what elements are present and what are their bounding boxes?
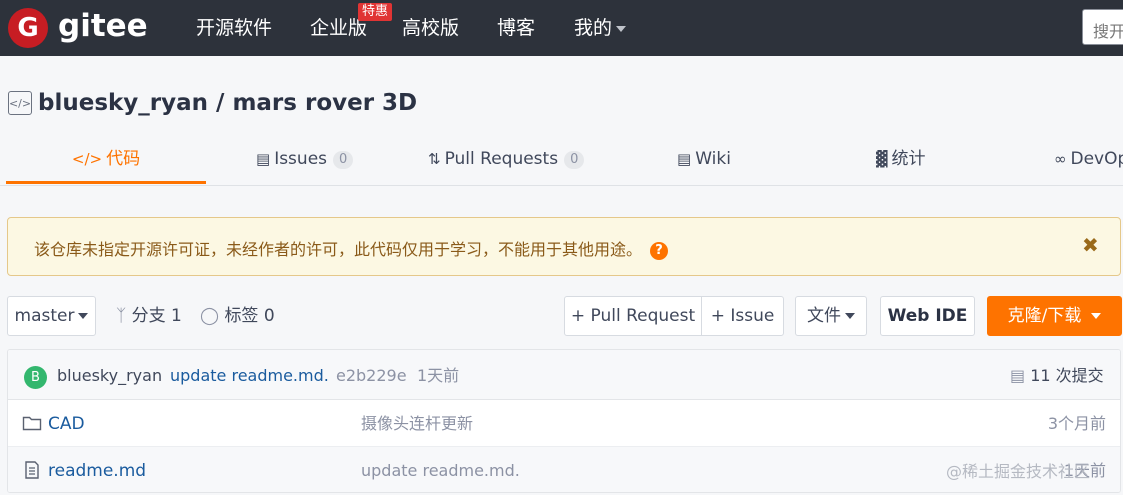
branch-select-label: master: [14, 306, 75, 326]
tab-pull-requests-label: Pull Requests: [444, 149, 559, 169]
book-icon: ▤: [677, 150, 692, 168]
tab-devops-label: DevOps: [1070, 149, 1123, 169]
clone-download-label: 克隆/下载: [1007, 306, 1082, 326]
branches-label: 分支 1: [131, 306, 182, 326]
promo-badge: 特惠: [358, 3, 393, 21]
nav-mine-label: 我的: [574, 17, 613, 39]
code-icon: </>: [8, 91, 32, 115]
license-notice: 该仓库未指定开源许可证，未经作者的许可，此代码仅用于学习，不能用于其他用途。? …: [7, 217, 1121, 276]
tab-code[interactable]: </> 代码: [6, 140, 206, 186]
help-icon[interactable]: ?: [650, 242, 669, 260]
new-pull-request-button[interactable]: + Pull Request: [564, 296, 702, 336]
new-issue-button[interactable]: + Issue: [701, 296, 784, 336]
branches-link[interactable]: ᛉ 分支 1: [116, 304, 182, 328]
file-menu-button[interactable]: 文件: [795, 296, 867, 336]
code-icon: </>: [71, 150, 103, 168]
tags-label: 标签 0: [224, 306, 275, 326]
nav-blog[interactable]: 博客: [497, 15, 535, 41]
tab-wiki-label: Wiki: [695, 149, 731, 169]
tab-issues-label: Issues: [274, 149, 328, 169]
tab-wiki[interactable]: ▤ Wiki: [677, 140, 731, 186]
pull-request-icon: ⇅: [428, 150, 441, 168]
chevron-down-icon: [1091, 313, 1102, 319]
latest-commit-row: B bluesky_ryan update readme.md. e2b229e…: [8, 350, 1120, 400]
notice-message: 该仓库未指定开源许可证，未经作者的许可，此代码仅用于学习，不能用于其他用途。: [34, 240, 643, 259]
repo-tabs: </> 代码 ▤ Issues 0 ⇅ Pull Requests 0 ▤ Wiki ▓ 统计…: [0, 140, 1123, 186]
nav-education[interactable]: 高校版: [402, 15, 459, 41]
file-menu-label: 文件: [807, 306, 841, 326]
tab-devops[interactable]: ∞DevOps: [1054, 140, 1123, 186]
table-row[interactable]: CAD 摄像头连杆更新 3个月前: [8, 400, 1120, 447]
tag-icon: ◯: [200, 306, 220, 326]
tab-stats-label: 统计: [891, 149, 926, 169]
file-name[interactable]: CAD: [48, 412, 85, 436]
nav-mine[interactable]: 我的: [574, 15, 627, 41]
gitee-logo-icon[interactable]: G: [8, 8, 48, 48]
search-input[interactable]: 搜开源: [1082, 9, 1123, 45]
commit-count-link[interactable]: ▤ 11 次提交: [1010, 364, 1104, 388]
commit-count-label: 11 次提交: [1030, 366, 1104, 385]
branch-select[interactable]: master: [7, 296, 96, 336]
folder-icon: [22, 416, 42, 431]
top-navbar: G gitee 开源软件 企业版 特惠 高校版 博客 我的 搜开源: [0, 0, 1123, 56]
tab-stats[interactable]: ▓ 统计: [876, 140, 926, 186]
chevron-down-icon: [616, 25, 627, 32]
chevron-down-icon: [845, 313, 855, 319]
commits-icon: ▤: [1010, 366, 1026, 385]
branch-icon: ᛉ: [116, 306, 127, 326]
clone-download-button[interactable]: 克隆/下载: [987, 296, 1122, 336]
repo-title: </> bluesky_ryan / mars rover 3D: [8, 88, 417, 118]
pull-requests-count-badge: 0: [564, 151, 585, 169]
file-commit-message[interactable]: 摄像头连杆更新: [361, 412, 473, 436]
file-icon: [25, 461, 39, 479]
commit-message[interactable]: update readme.md.: [170, 364, 329, 388]
issues-count-badge: 0: [333, 151, 354, 169]
gitee-logo-text[interactable]: gitee: [58, 6, 148, 46]
commit-author[interactable]: bluesky_ryan: [57, 364, 162, 388]
file-name[interactable]: readme.md: [48, 459, 146, 483]
notice-text: 该仓库未指定开源许可证，未经作者的许可，此代码仅用于学习，不能用于其他用途。?: [34, 236, 669, 260]
tags-link[interactable]: ◯ 标签 0: [200, 304, 275, 328]
repo-name[interactable]: bluesky_ryan / mars rover 3D: [38, 90, 417, 116]
commit-hash[interactable]: e2b229e: [336, 364, 407, 388]
web-ide-button[interactable]: Web IDE: [880, 296, 975, 336]
commit-time: 1天前: [417, 366, 460, 385]
tab-issues[interactable]: ▤ Issues 0: [256, 140, 354, 186]
file-time: 3个月前: [1047, 414, 1106, 433]
watermark: @稀土掘金技术社区: [946, 462, 1091, 481]
nav-open-source[interactable]: 开源软件: [196, 15, 272, 41]
avatar[interactable]: B: [24, 366, 47, 389]
infinity-icon: ∞: [1054, 150, 1067, 168]
close-icon[interactable]: ✖: [1082, 233, 1099, 257]
active-tab-indicator: [6, 181, 206, 184]
issues-icon: ▤: [256, 150, 271, 168]
tab-code-label: 代码: [106, 149, 141, 169]
file-commit-message[interactable]: update readme.md.: [361, 459, 520, 483]
chevron-down-icon: [78, 313, 89, 319]
bar-chart-icon: ▓: [876, 150, 888, 168]
tab-pull-requests[interactable]: ⇅ Pull Requests 0: [428, 140, 585, 186]
